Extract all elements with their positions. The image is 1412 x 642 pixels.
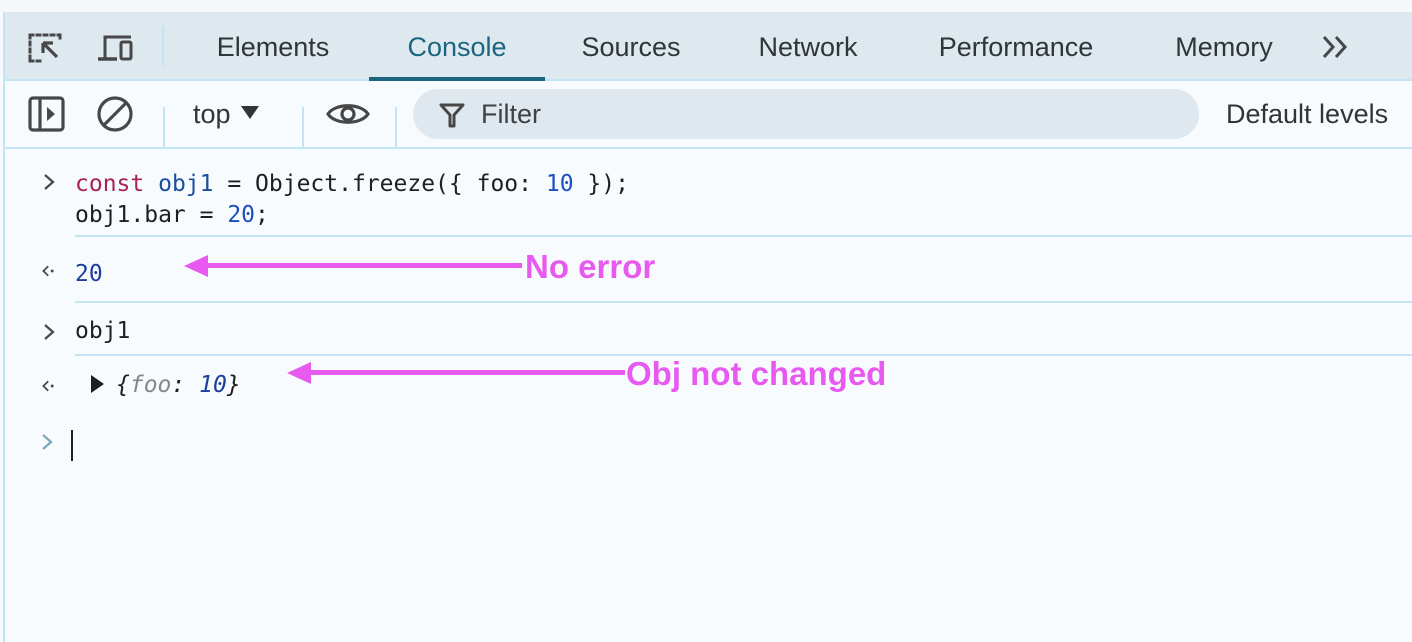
code-line: obj1.bar = 20; (75, 200, 1412, 231)
annotation-obj-not-changed: Obj not changed (626, 355, 887, 392)
devtools-panel: Elements Console Sources Network Perform… (3, 12, 1412, 642)
tab-performance[interactable]: Performance (923, 12, 1109, 79)
console-messages: const obj1 = Object.freeze({ foo: 10 });… (5, 151, 1412, 642)
tab-divider (162, 26, 164, 66)
tab-network[interactable]: Network (747, 12, 869, 79)
code-token: }); (573, 171, 629, 197)
input-prompt-chevron-icon (41, 172, 61, 198)
filter-box[interactable] (413, 89, 1199, 139)
object-colon: : (171, 372, 186, 398)
live-expression-eye-icon[interactable] (325, 95, 371, 133)
input-prompt-chevron-icon (41, 322, 61, 348)
toolbar-divider (302, 107, 304, 147)
filter-funnel-icon (439, 102, 465, 128)
code-token: obj1.bar = (75, 202, 228, 228)
context-selector[interactable]: top (193, 93, 259, 133)
toolbar-divider (163, 107, 165, 147)
toolbar-divider (395, 107, 397, 147)
code-line: const obj1 = Object.freeze({ foo: 10 }); (75, 169, 1412, 200)
number-token: 20 (227, 202, 256, 228)
clear-console-icon[interactable] (95, 95, 135, 133)
console-prompt-chevron-icon (39, 432, 59, 458)
object-value: 10 (199, 372, 227, 398)
console-input-entry: const obj1 = Object.freeze({ foo: 10 });… (44, 169, 1412, 237)
number-token: 10 (545, 171, 574, 197)
tab-sources[interactable]: Sources (571, 12, 691, 79)
console-input-entry: obj1 (44, 303, 1412, 356)
expand-triangle-icon[interactable] (91, 374, 104, 393)
tab-elements[interactable]: Elements (205, 12, 341, 79)
console-toolbar: top Default levels (5, 81, 1412, 149)
inspect-element-icon[interactable] (27, 30, 65, 66)
code-token: ; (255, 202, 269, 228)
annotation-arrow-obj-not-changed (287, 362, 625, 384)
object-key: foo (129, 372, 172, 398)
filter-input[interactable] (481, 95, 1181, 133)
annotation-arrow-no-error (184, 255, 522, 277)
code-line: obj1 (75, 318, 131, 344)
window-top-strip (0, 0, 1412, 12)
output-return-arrow-icon (41, 376, 61, 402)
object-brace: { (116, 372, 130, 398)
object-brace: } (226, 372, 241, 398)
show-sidebar-icon[interactable] (27, 95, 67, 133)
log-levels-dropdown[interactable]: Default levels (1226, 93, 1388, 133)
console-prompt-input[interactable] (71, 430, 73, 461)
output-return-arrow-icon (41, 261, 61, 287)
annotation-no-error: No error (525, 248, 656, 285)
tab-console[interactable]: Console (369, 12, 545, 81)
code-token: = Object.freeze({ foo: (213, 171, 546, 197)
tab-memory[interactable]: Memory (1165, 12, 1283, 79)
context-selector-value: top (193, 99, 231, 129)
device-toolbar-icon[interactable] (97, 30, 135, 66)
variable-token: obj1 (158, 171, 214, 197)
caret-down-icon (240, 106, 259, 120)
devtools-tab-bar: Elements Console Sources Network Perform… (5, 12, 1412, 81)
more-tabs-chevron-icon[interactable] (1318, 30, 1356, 64)
keyword-token: const (75, 171, 145, 197)
